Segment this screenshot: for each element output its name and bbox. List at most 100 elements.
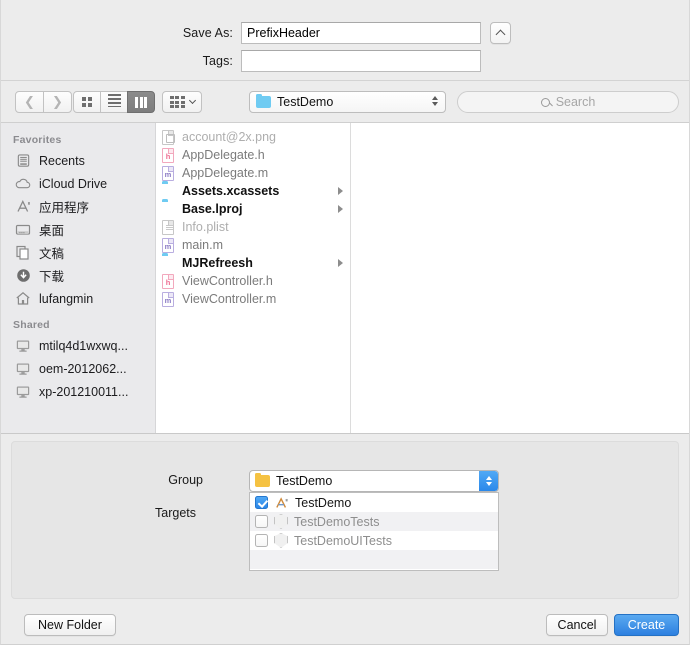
target-row[interactable]: TestDemoTests <box>250 512 498 531</box>
file-name: MJRefreesh <box>182 256 253 270</box>
target-row[interactable]: TestDemoUITests <box>250 531 498 550</box>
sidebar-item-applications[interactable]: 应用程序 <box>1 195 155 218</box>
updown-arrows-icon <box>432 96 438 106</box>
back-button[interactable]: ❮ <box>15 91 44 113</box>
downloads-icon <box>15 268 31 284</box>
path-popup-button[interactable]: TestDemo <box>249 91 446 113</box>
target-checkbox[interactable] <box>255 515 268 528</box>
file-name: AppDelegate.m <box>182 166 269 180</box>
file-row[interactable]: Base.lproj <box>156 200 350 218</box>
group-label: Group <box>168 473 203 487</box>
target-checkbox[interactable] <box>255 496 268 509</box>
sidebar-item-desktop[interactable]: 桌面 <box>1 218 155 241</box>
sidebar-item-shared-0[interactable]: mtilq4d1wxwq... <box>1 334 155 357</box>
file-name: Info.plist <box>182 220 229 234</box>
new-folder-button[interactable]: New Folder <box>24 614 116 636</box>
file-name: main.m <box>182 238 223 252</box>
save-as-input[interactable] <box>241 22 481 44</box>
sidebar-item-recents[interactable]: Recents <box>1 149 155 172</box>
target-checkbox[interactable] <box>255 534 268 547</box>
coverflow-view-icon <box>169 96 185 108</box>
save-dialog: Save As: Tags: ❮ ❯ <box>0 0 690 645</box>
search-placeholder: Search <box>555 95 596 109</box>
file-name: AppDelegate.h <box>182 148 265 162</box>
source-file-icon: m <box>162 291 176 307</box>
chevron-left-icon: ❮ <box>24 94 35 110</box>
target-row[interactable]: TestDemo <box>250 493 498 512</box>
file-name: ViewController.m <box>182 292 277 306</box>
file-name: Base.lproj <box>182 202 243 216</box>
sidebar-item-shared-1[interactable]: oem-2012062... <box>1 357 155 380</box>
computer-icon <box>15 384 31 400</box>
recents-icon <box>15 153 31 169</box>
test-bundle-icon <box>274 533 288 548</box>
column-view-button[interactable] <box>127 91 155 113</box>
navigation-buttons: ❮ ❯ <box>15 91 72 113</box>
file-browser: Favorites Recents iCloud Drive 应用程序 桌面 文… <box>1 123 689 433</box>
computer-icon <box>15 338 31 354</box>
sidebar-section-favorites-title: Favorites <box>13 134 62 146</box>
file-name: ViewController.h <box>182 274 273 288</box>
sidebar-item-icloud-drive[interactable]: iCloud Drive <box>1 172 155 195</box>
sidebar-item-documents[interactable]: 文稿 <box>1 241 155 264</box>
file-row[interactable]: m main.m <box>156 236 350 254</box>
file-row[interactable]: account@2x.png <box>156 128 350 146</box>
path-popup-label: TestDemo <box>277 95 334 109</box>
sidebar-item-label: xp-201210011... <box>39 384 129 399</box>
computer-icon <box>15 361 31 377</box>
accessory-panel: Group TestDemo Targets TestDemo TestDemo… <box>1 433 689 605</box>
file-row[interactable]: Assets.xcassets <box>156 182 350 200</box>
group-popup-button[interactable]: TestDemo <box>249 470 499 492</box>
chevron-right-icon: ❯ <box>52 94 63 110</box>
icon-view-button[interactable] <box>73 91 101 113</box>
file-row[interactable]: h AppDelegate.h <box>156 146 350 164</box>
sidebar-item-label: 下载 <box>39 270 65 284</box>
header-file-icon: h <box>162 147 176 163</box>
tags-input[interactable] <box>241 50 481 72</box>
target-row-empty <box>250 550 498 569</box>
test-bundle-icon <box>274 514 288 529</box>
cloud-icon <box>15 176 31 192</box>
search-input[interactable]: Search <box>457 91 679 113</box>
sidebar-item-label: 文稿 <box>39 247 65 261</box>
file-row[interactable]: Info.plist <box>156 218 350 236</box>
save-as-label: Save As: <box>182 26 233 40</box>
create-button[interactable]: Create <box>614 614 679 636</box>
image-file-icon <box>162 129 176 145</box>
file-column-1[interactable]: account@2x.png h AppDelegate.h m AppDele… <box>156 123 351 433</box>
file-row[interactable]: m AppDelegate.m <box>156 164 350 182</box>
arrange-button[interactable] <box>162 91 202 113</box>
desktop-icon <box>15 222 31 238</box>
column-view-icon <box>135 96 147 108</box>
file-column-2[interactable] <box>351 123 689 433</box>
cancel-button[interactable]: Cancel <box>546 614 608 636</box>
updown-arrows-icon[interactable] <box>479 471 498 491</box>
file-name: Assets.xcassets <box>182 184 280 198</box>
expand-dialog-button[interactable] <box>490 22 511 44</box>
target-name: TestDemoTests <box>294 514 380 529</box>
targets-list[interactable]: TestDemo TestDemoTests TestDemoUITests <box>249 492 499 571</box>
target-name: TestDemo <box>295 495 352 510</box>
sidebar-item-label: iCloud Drive <box>39 176 108 191</box>
sidebar-item-label: mtilq4d1wxwq... <box>39 338 128 353</box>
forward-button[interactable]: ❯ <box>43 91 72 113</box>
list-view-button[interactable] <box>100 91 128 113</box>
plist-file-icon <box>162 219 176 235</box>
chevron-down-icon <box>188 96 196 105</box>
sidebar-item-shared-2[interactable]: xp-201210011... <box>1 380 155 403</box>
xcode-app-icon <box>274 496 289 510</box>
sidebar-item-home[interactable]: lufangmin <box>1 287 155 310</box>
folder-icon <box>255 472 270 487</box>
sidebar-item-downloads[interactable]: 下载 <box>1 264 155 287</box>
file-row[interactable]: h ViewController.h <box>156 272 350 290</box>
folder-icon <box>162 184 176 199</box>
file-row[interactable]: m ViewController.m <box>156 290 350 308</box>
targets-label: Targets <box>155 506 196 520</box>
dialog-footer: New Folder Cancel Create <box>1 605 689 644</box>
file-row[interactable]: MJRefreesh <box>156 254 350 272</box>
applications-icon <box>15 199 31 215</box>
save-as-row: Save As: <box>161 22 511 44</box>
header-file-icon: h <box>162 273 176 289</box>
target-name: TestDemoUITests <box>294 533 392 548</box>
source-file-icon: m <box>162 237 176 253</box>
